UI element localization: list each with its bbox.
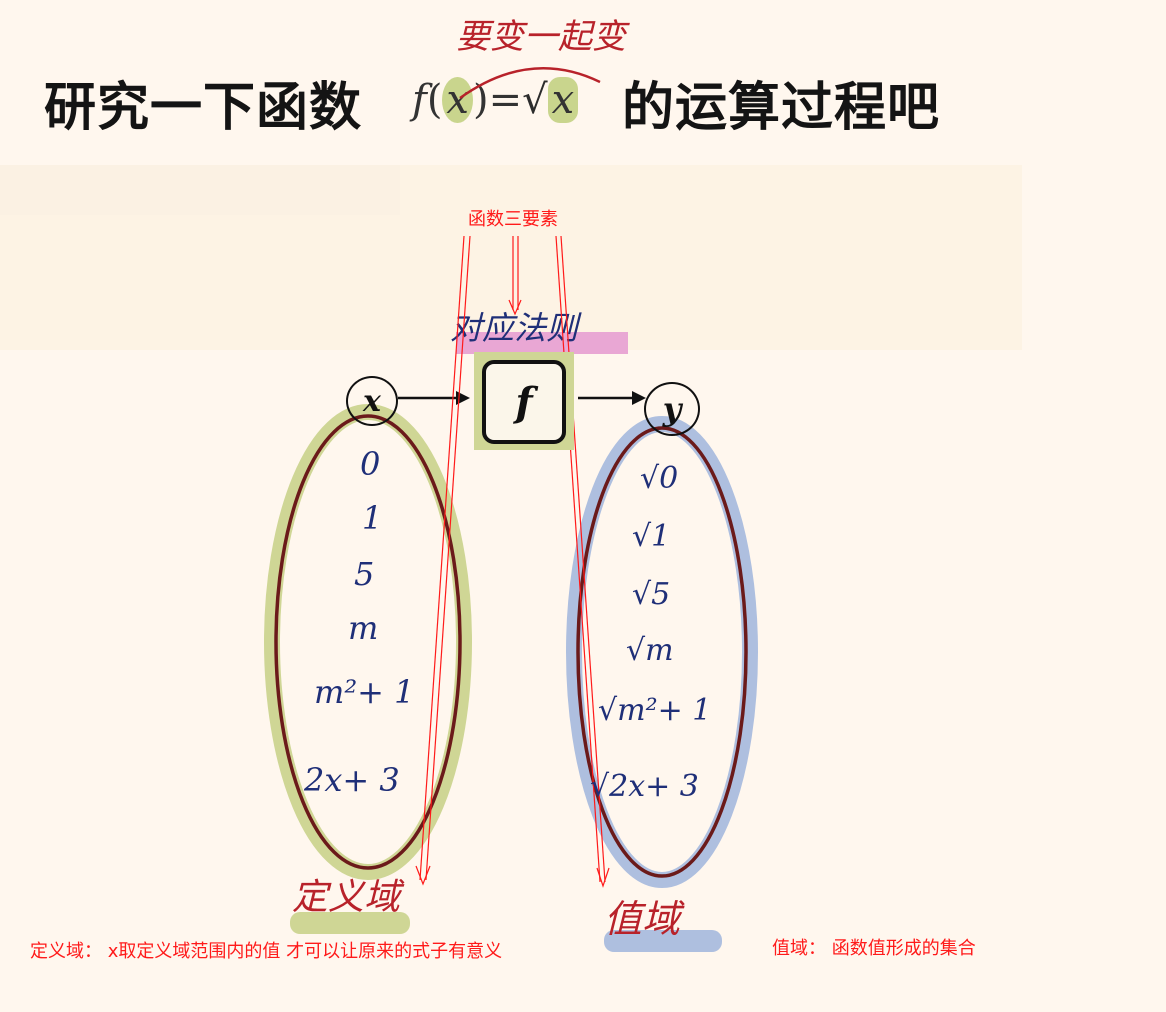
domain-value: 2x+ 3 bbox=[304, 761, 400, 799]
diagram-overlay bbox=[264, 67, 758, 888]
domain-value: 0 bbox=[360, 445, 381, 483]
range-value: √m bbox=[626, 633, 674, 668]
range-definition-note: 值域： 函数值形成的集合 bbox=[772, 938, 976, 959]
domain-value: 1 bbox=[362, 499, 383, 537]
output-var-circle: y bbox=[644, 382, 700, 436]
range-value: √m²+ 1 bbox=[598, 693, 712, 728]
three-elements-note: 函数三要素 bbox=[468, 209, 558, 230]
domain-definition-note: 定义域： x取定义域范围内的值 才可以让原来的式子有意义 bbox=[30, 941, 503, 962]
domain-value: m bbox=[348, 609, 379, 647]
function-box-highlight: f bbox=[474, 352, 574, 450]
domain-value: 5 bbox=[354, 555, 375, 593]
domain-value: m²+ 1 bbox=[314, 673, 415, 711]
domain-label: 定义域 bbox=[292, 877, 401, 918]
range-value: √1 bbox=[632, 519, 671, 554]
range-value: √5 bbox=[632, 577, 671, 612]
range-label: 值域 bbox=[604, 897, 681, 941]
input-var-circle: x bbox=[346, 376, 398, 426]
top-note-arc bbox=[459, 67, 601, 100]
range-value: √2x+ 3 bbox=[590, 769, 699, 804]
function-box: f bbox=[482, 360, 566, 444]
range-value: √0 bbox=[640, 461, 679, 496]
